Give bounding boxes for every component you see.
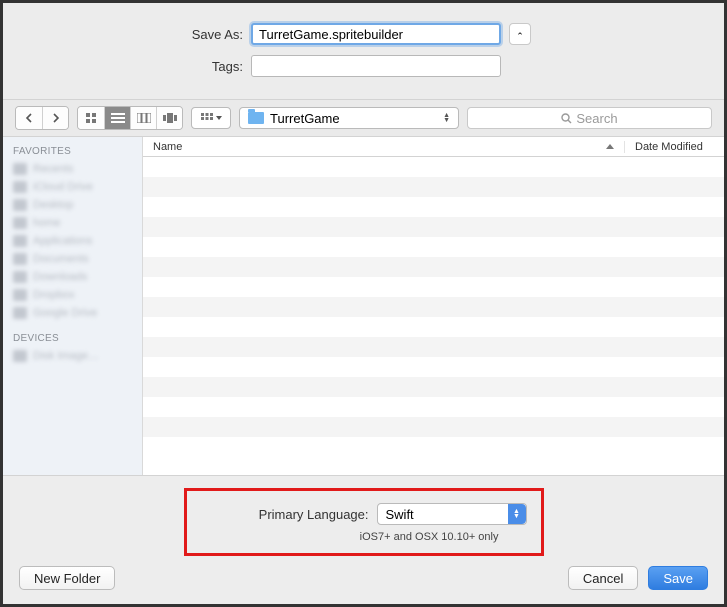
tags-label: Tags: [23,59,243,74]
search-icon [561,113,572,124]
browser-toolbar: TurretGame ▲▼ Search [3,99,724,137]
nav-back-forward-group [15,106,69,130]
sidebar-item[interactable]: Dropbox [3,286,142,304]
dialog-button-row: New Folder Cancel Save [19,566,708,590]
table-row [143,397,724,417]
view-columns-button[interactable] [130,107,156,129]
file-rows[interactable] [143,157,724,475]
sidebar-section-devices: Devices [3,330,142,347]
table-row [143,317,724,337]
sidebar-item[interactable]: home [3,214,142,232]
table-row [143,377,724,397]
path-label: TurretGame [270,111,340,126]
bottom-section: Primary Language: Swift ▲▼ iOS7+ and OSX… [3,476,724,604]
updown-icon: ▲▼ [443,113,450,123]
sort-asc-icon [606,144,614,149]
save-as-row: Save As: [23,23,704,45]
primary-language-row: Primary Language: Swift ▲▼ [259,503,527,525]
chevron-down-icon [216,116,222,120]
grid-icon [201,113,213,123]
sidebar-item[interactable]: Desktop [3,196,142,214]
search-input[interactable]: Search [467,107,712,129]
chevron-left-icon [25,113,33,123]
new-folder-button[interactable]: New Folder [19,566,115,590]
sidebar-item[interactable]: Downloads [3,268,142,286]
table-row [143,297,724,317]
column-header-name[interactable]: Name [143,141,624,153]
table-row [143,237,724,257]
collapse-toggle-button[interactable] [509,23,531,45]
view-coverflow-button[interactable] [156,107,182,129]
sidebar-item[interactable]: iCloud Drive [3,178,142,196]
path-dropdown[interactable]: TurretGame ▲▼ [239,107,459,129]
columns-view-icon [137,113,151,123]
table-row [143,357,724,377]
folder-icon [248,112,264,124]
chevron-right-icon [52,113,60,123]
sidebar-section-favorites: Favorites [3,143,142,160]
search-placeholder: Search [576,111,617,126]
file-list-header: Name Date Modified [143,137,724,157]
table-row [143,217,724,237]
view-list-button[interactable] [104,107,130,129]
table-row [143,197,724,217]
chevron-up-icon [516,27,524,42]
sidebar-item[interactable]: Google Drive [3,304,142,322]
save-dialog: Save As: Tags: [3,3,724,604]
primary-language-value: Swift [386,507,414,522]
save-as-input[interactable] [251,23,501,45]
sidebar: Favorites Recents iCloud Drive Desktop h… [3,137,143,475]
sidebar-item[interactable]: Disk Image… [3,347,142,365]
tags-input[interactable] [251,55,501,77]
file-browser: Favorites Recents iCloud Drive Desktop h… [3,137,724,476]
coverflow-view-icon [163,113,177,123]
icons-view-icon [85,112,97,124]
table-row [143,337,724,357]
tags-row: Tags: [23,55,704,77]
primary-language-select[interactable]: Swift ▲▼ [377,503,527,525]
file-area: Name Date Modified [143,137,724,475]
primary-language-highlight: Primary Language: Swift ▲▼ iOS7+ and OSX… [184,488,544,556]
sidebar-item[interactable]: Recents [3,160,142,178]
table-row [143,257,724,277]
save-button[interactable]: Save [648,566,708,590]
nav-back-button[interactable] [16,107,42,129]
sidebar-item[interactable]: Documents [3,250,142,268]
nav-forward-button[interactable] [42,107,68,129]
primary-language-note: iOS7+ and OSX 10.10+ only [360,531,527,543]
sidebar-item[interactable]: Applications [3,232,142,250]
list-view-icon [111,113,125,123]
view-mode-group [77,106,183,130]
cancel-button[interactable]: Cancel [568,566,638,590]
view-icons-button[interactable] [78,107,104,129]
table-row [143,417,724,437]
table-row [143,277,724,297]
primary-language-label: Primary Language: [259,507,369,522]
table-row [143,177,724,197]
top-form-section: Save As: Tags: [3,3,724,99]
group-by-dropdown[interactable] [191,107,231,129]
table-row [143,157,724,177]
column-header-date[interactable]: Date Modified [624,141,724,153]
save-as-label: Save As: [23,27,243,42]
select-arrows-icon: ▲▼ [508,504,526,524]
table-row [143,437,724,457]
